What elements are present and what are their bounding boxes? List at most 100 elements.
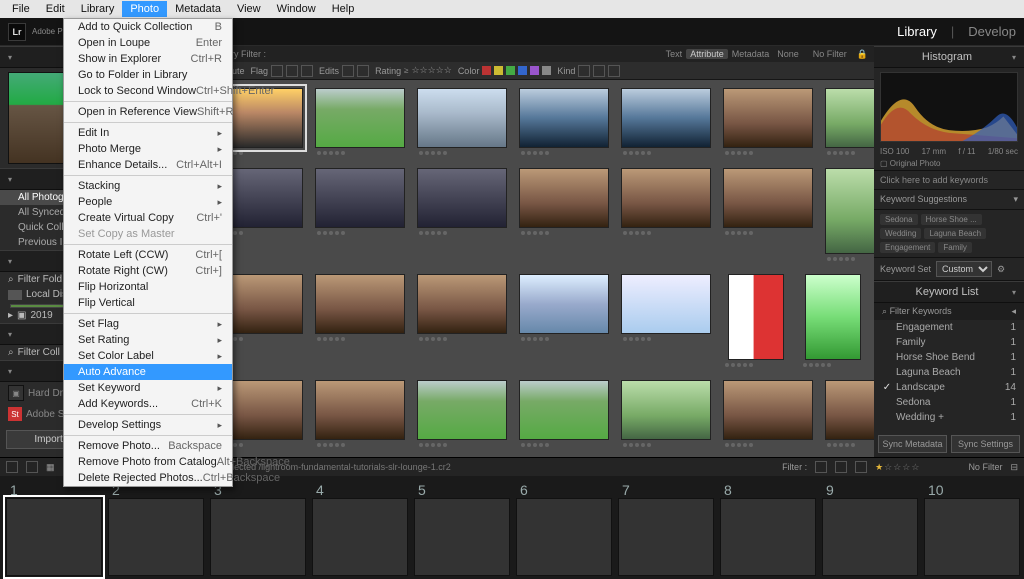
menuitem-develop-settings[interactable]: Develop Settings: [64, 417, 232, 433]
color-none[interactable]: [542, 66, 551, 75]
filmstrip-cell[interactable]: 3: [210, 480, 306, 575]
rating-dots[interactable]: [519, 228, 609, 238]
menuitem-create-virtual-copy[interactable]: Create Virtual CopyCtrl+': [64, 210, 232, 226]
rating-dots[interactable]: [315, 148, 405, 158]
thumbnail[interactable]: [519, 88, 609, 148]
grid-cell[interactable]: [621, 88, 711, 158]
lock-icon[interactable]: 🔒: [857, 49, 868, 60]
keyword-filter-row[interactable]: ⌕ Filter Keywords ◂: [874, 303, 1024, 320]
keyword-checkbox[interactable]: [882, 322, 892, 333]
menu-view[interactable]: View: [229, 1, 269, 17]
histogram-header[interactable]: Histogram▾: [874, 46, 1024, 68]
second-window-icon[interactable]: [26, 461, 38, 473]
filmstrip-thumbnail[interactable]: [108, 498, 204, 576]
filter-nofilter[interactable]: No Filter: [809, 49, 851, 59]
menu-library[interactable]: Library: [73, 1, 123, 17]
keyword-checkbox[interactable]: ✓: [882, 382, 892, 393]
thumbnail[interactable]: [805, 274, 861, 360]
menu-photo[interactable]: Photo: [122, 1, 167, 17]
rating-dots[interactable]: [723, 360, 789, 370]
filmstrip-cell[interactable]: 5: [414, 480, 510, 575]
thumbnail[interactable]: [621, 168, 711, 228]
thumbnail[interactable]: [825, 168, 874, 254]
main-window-icon[interactable]: [6, 461, 18, 473]
keyword-checkbox[interactable]: [882, 367, 892, 378]
filmstrip-thumbnail[interactable]: [312, 498, 408, 576]
grid-cell[interactable]: [315, 88, 405, 158]
grid-cell[interactable]: [417, 88, 507, 158]
color-red[interactable]: [482, 66, 491, 75]
keyword-set-select[interactable]: Custom: [936, 261, 992, 277]
menuitem-rotate-right-cw-[interactable]: Rotate Right (CW)Ctrl+]: [64, 263, 232, 279]
rating-dots[interactable]: [621, 228, 711, 238]
flag-unflagged-icon[interactable]: [286, 65, 298, 77]
thumbnail[interactable]: [315, 168, 405, 228]
rating-dots[interactable]: [825, 440, 874, 450]
keyword-chip[interactable]: Sedona: [880, 214, 918, 225]
menuitem-photo-merge[interactable]: Photo Merge: [64, 141, 232, 157]
thumbnail[interactable]: [417, 168, 507, 228]
filmstrip-thumbnail[interactable]: [924, 498, 1020, 576]
rating-dots[interactable]: [315, 334, 405, 344]
menuitem-go-to-folder-in-library[interactable]: Go to Folder in Library: [64, 67, 232, 83]
thumbnail[interactable]: [728, 274, 784, 360]
filmstrip-cell[interactable]: 9: [822, 480, 918, 575]
menu-window[interactable]: Window: [269, 1, 324, 17]
rating-dots[interactable]: [519, 440, 609, 450]
filmstrip-cell[interactable]: 6: [516, 480, 612, 575]
keyword-checkbox[interactable]: [882, 352, 892, 363]
grid-view-icon[interactable]: ▦: [46, 462, 55, 473]
grid-cell[interactable]: [315, 380, 405, 450]
grid-cell[interactable]: [621, 380, 711, 450]
grid-cell[interactable]: [723, 274, 789, 370]
rating-dots[interactable]: [519, 334, 609, 344]
filmstrip-nofilter[interactable]: No Filter: [968, 462, 1002, 472]
keyword-row[interactable]: Horse Shoe Bend1: [874, 350, 1024, 365]
rating-dots[interactable]: [519, 148, 609, 158]
rating-dots[interactable]: [417, 440, 507, 450]
menuitem-set-rating[interactable]: Set Rating: [64, 332, 232, 348]
thumbnail[interactable]: [519, 168, 609, 228]
rating-dots[interactable]: [417, 228, 507, 238]
menuitem-stacking[interactable]: Stacking: [64, 178, 232, 194]
flag-picked-icon[interactable]: [815, 461, 827, 473]
keyword-row[interactable]: Sedona1: [874, 395, 1024, 410]
menuitem-set-color-label[interactable]: Set Color Label: [64, 348, 232, 364]
grid-cell[interactable]: [621, 274, 711, 370]
thumbnail[interactable]: [621, 274, 711, 334]
color-yellow[interactable]: [494, 66, 503, 75]
thumbnail[interactable]: [519, 274, 609, 334]
star-icon[interactable]: ☆☆☆☆☆: [411, 65, 451, 76]
keyword-chip[interactable]: Wedding: [880, 228, 921, 239]
menuitem-edit-in[interactable]: Edit In: [64, 125, 232, 141]
keyword-checkbox[interactable]: [882, 337, 892, 348]
flag-picked-icon[interactable]: [271, 65, 283, 77]
keyword-checkbox[interactable]: [882, 397, 892, 408]
grid-cell[interactable]: [825, 88, 874, 158]
filter-none[interactable]: None: [773, 49, 803, 59]
thumbnail[interactable]: [825, 88, 874, 148]
menuitem-open-in-reference-view[interactable]: Open in Reference ViewShift+R: [64, 104, 232, 120]
grid-cell[interactable]: [621, 168, 711, 264]
color-blue[interactable]: [518, 66, 527, 75]
grid-cell[interactable]: [519, 380, 609, 450]
rating-dots[interactable]: [825, 148, 874, 158]
color-purple[interactable]: [530, 66, 539, 75]
kind-master-icon[interactable]: [578, 65, 590, 77]
thumbnail[interactable]: [621, 380, 711, 440]
filmstrip-thumbnail[interactable]: [618, 498, 714, 576]
filter-metadata[interactable]: Metadata: [728, 49, 774, 59]
grid-cell[interactable]: [315, 274, 405, 370]
menuitem-flip-vertical[interactable]: Flip Vertical: [64, 295, 232, 311]
rating-dots[interactable]: [825, 254, 874, 264]
menuitem-rotate-left-ccw-[interactable]: Rotate Left (CCW)Ctrl+[: [64, 247, 232, 263]
keyword-checkbox[interactable]: [882, 412, 892, 423]
kind-video-icon[interactable]: [608, 65, 620, 77]
menuitem-auto-advance[interactable]: Auto Advance: [64, 364, 232, 380]
grid-cell[interactable]: [417, 274, 507, 370]
rating-dots[interactable]: [417, 334, 507, 344]
grid-cell[interactable]: [417, 380, 507, 450]
menuitem-enhance-details-[interactable]: Enhance Details...Ctrl+Alt+I: [64, 157, 232, 173]
menuitem-add-to-quick-collection[interactable]: Add to Quick CollectionB: [64, 19, 232, 35]
grid-cell[interactable]: [417, 168, 507, 264]
